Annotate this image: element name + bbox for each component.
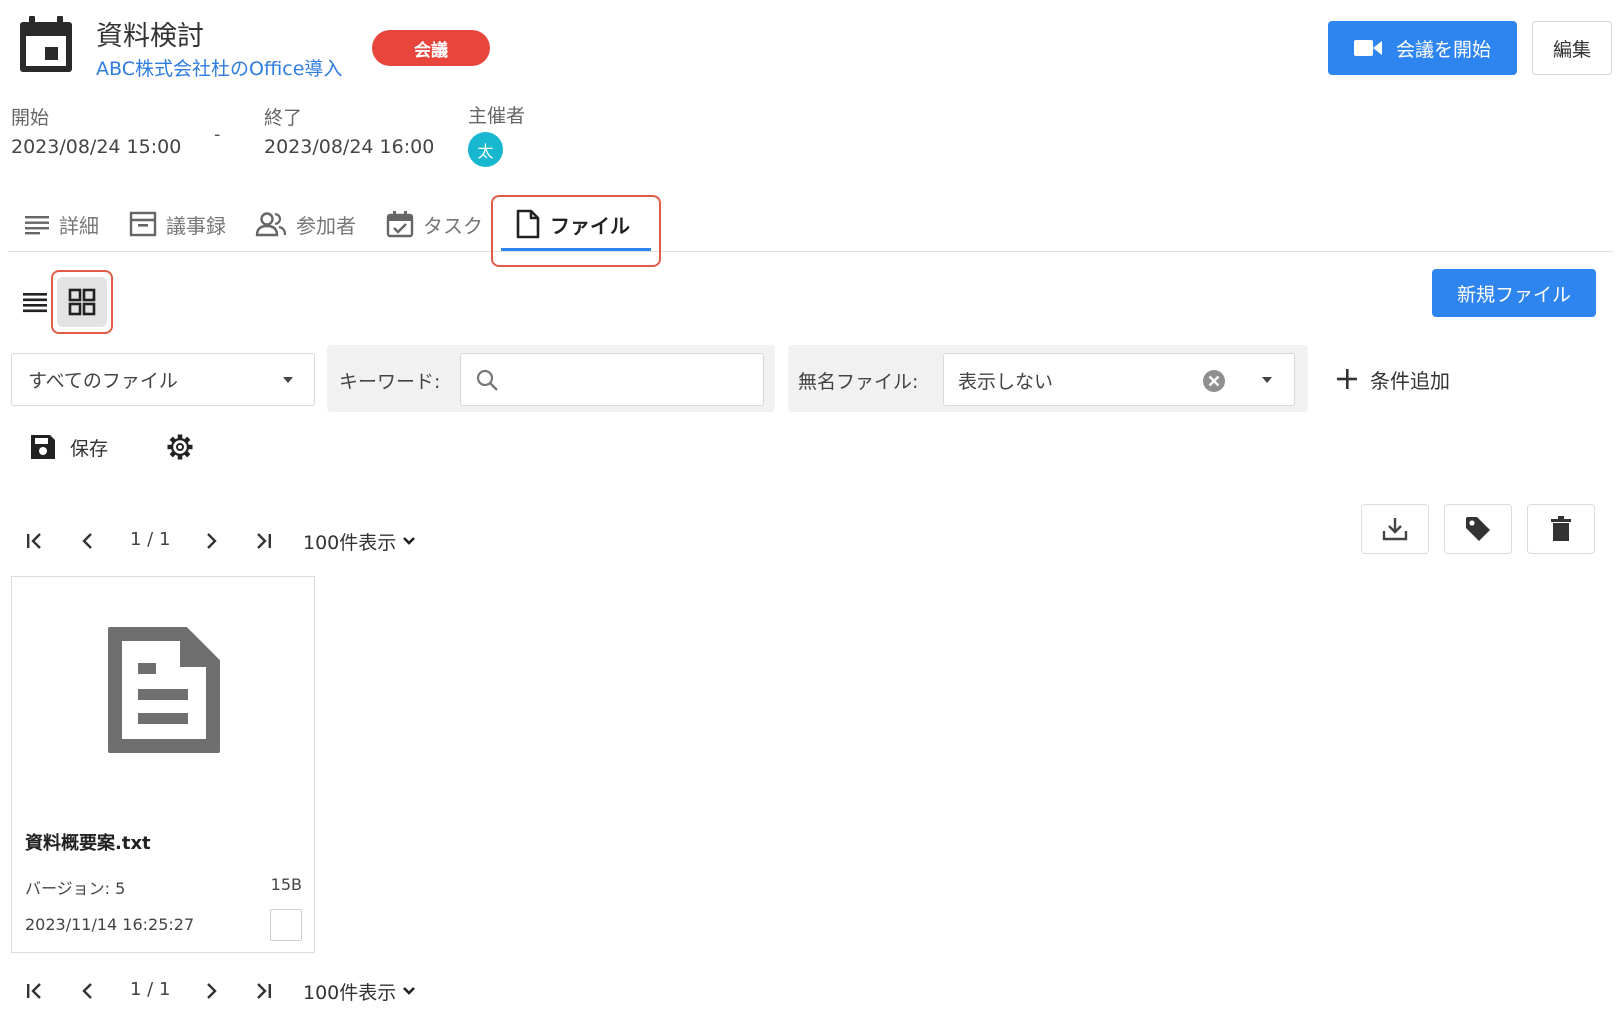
tab-files[interactable]: ファイル [515,206,630,242]
next-page-button[interactable] [196,974,226,1008]
file-size: 15B [270,875,302,894]
last-page-icon [253,531,273,551]
new-file-button[interactable]: 新規ファイル [1432,269,1596,317]
start-meeting-label: 会議を開始 [1395,38,1491,61]
tab-minutes[interactable]: 議事録 [129,206,226,242]
last-page-button[interactable] [248,974,278,1008]
keyword-field[interactable] [460,353,764,406]
plus-icon [1336,368,1358,390]
tab-label: 参加者 [296,213,356,238]
chevron-down-icon [402,536,416,546]
clear-circle-icon[interactable] [1201,368,1227,394]
end-label: 終了 [264,107,303,129]
tab-label: 議事録 [166,213,226,238]
page-size-select[interactable]: 100件表示 [303,526,416,556]
keyword-input[interactable] [511,362,751,398]
file-select-checkbox[interactable] [270,909,302,941]
add-condition-button[interactable]: 条件追加 [1336,361,1450,397]
first-page-button[interactable] [20,524,50,558]
tab-tasks[interactable]: タスク [386,206,483,242]
add-condition-label: 条件追加 [1370,368,1450,393]
caret-down-icon [282,376,294,384]
save-filter-button[interactable]: 保存 [30,430,108,464]
first-page-button[interactable] [20,974,50,1008]
chevron-left-icon [78,531,98,551]
list-view-icon [22,290,48,314]
grid-view-toggle[interactable] [57,277,107,327]
grid-view-icon [68,288,96,316]
page-size-label: 100件表示 [303,531,397,554]
last-page-icon [253,981,273,1001]
chevron-left-icon [78,981,98,1001]
end-datetime: 2023/08/24 16:00 [264,136,435,158]
page-size-select[interactable]: 100件表示 [303,976,416,1006]
trash-icon [1550,516,1572,542]
unnamed-file-label: 無名ファイル: [798,371,919,393]
participants-icon [255,211,287,237]
settings-button[interactable] [164,430,196,464]
file-name: 資料概要案.txt [25,833,151,854]
start-meeting-button[interactable]: 会議を開始 [1328,21,1517,75]
floppy-disk-icon [30,434,56,460]
tab-label: タスク [423,213,483,238]
edit-button[interactable]: 編集 [1532,21,1612,75]
save-label: 保存 [70,437,109,460]
file-version: バージョン: 5 [25,879,126,898]
file-updated-date: 2023/11/14 16:25:27 [25,915,195,934]
date-separator: - [214,124,221,145]
file-scope-value: すべてのファイル [28,370,178,392]
task-calendar-icon [386,210,414,238]
start-datetime: 2023/08/24 15:00 [11,136,182,158]
prev-page-button[interactable] [73,524,103,558]
tab-label: 詳細 [59,213,99,238]
page-indicator: 1 / 1 [130,979,171,1000]
tab-label: ファイル [550,213,630,238]
last-page-button[interactable] [248,524,278,558]
unnamed-file-value: 表示しない [958,371,1054,393]
details-list-icon [24,213,50,235]
keyword-label: キーワード: [339,371,441,393]
start-label: 開始 [11,107,50,129]
chevron-right-icon [201,981,221,1001]
video-camera-icon [1353,39,1382,57]
chevron-right-icon [201,531,221,551]
pagination-bottom: 1 / 1 100件表示 [20,974,460,1008]
gear-icon [166,433,194,461]
tag-icon [1464,515,1492,543]
next-page-button[interactable] [196,524,226,558]
file-icon [515,209,541,239]
download-icon [1382,516,1408,542]
unnamed-file-select[interactable]: 表示しない [943,353,1295,406]
tag-button[interactable] [1444,504,1512,554]
file-card[interactable]: 資料概要案.txt バージョン: 5 15B 2023/11/14 16:25:… [11,576,315,953]
text-document-icon [106,627,222,755]
minutes-box-icon [129,211,157,237]
prev-page-button[interactable] [73,974,103,1008]
host-avatar[interactable]: 太 [468,132,503,167]
caret-down-icon [1261,376,1273,384]
page-indicator: 1 / 1 [130,529,171,550]
pagination-top: 1 / 1 100件表示 [20,524,460,558]
delete-button[interactable] [1527,504,1595,554]
page-size-label: 100件表示 [303,981,397,1004]
tab-details[interactable]: 詳細 [24,206,99,242]
download-button[interactable] [1361,504,1429,554]
list-view-toggle[interactable] [18,285,52,319]
search-icon [475,368,499,392]
tab-participants[interactable]: 参加者 [255,206,356,242]
meeting-title: 資料検討 [96,21,204,52]
meeting-type-badge: 会議 [372,30,490,66]
file-scope-select[interactable]: すべてのファイル [11,353,315,406]
meeting-calendar-icon [16,14,76,76]
host-label: 主催者 [468,105,526,127]
related-project-link[interactable]: ABC株式会社杜のOffice導入 [96,54,342,81]
tabs-divider [8,251,1613,252]
first-page-icon [25,981,45,1001]
first-page-icon [25,531,45,551]
chevron-down-icon [402,986,416,996]
